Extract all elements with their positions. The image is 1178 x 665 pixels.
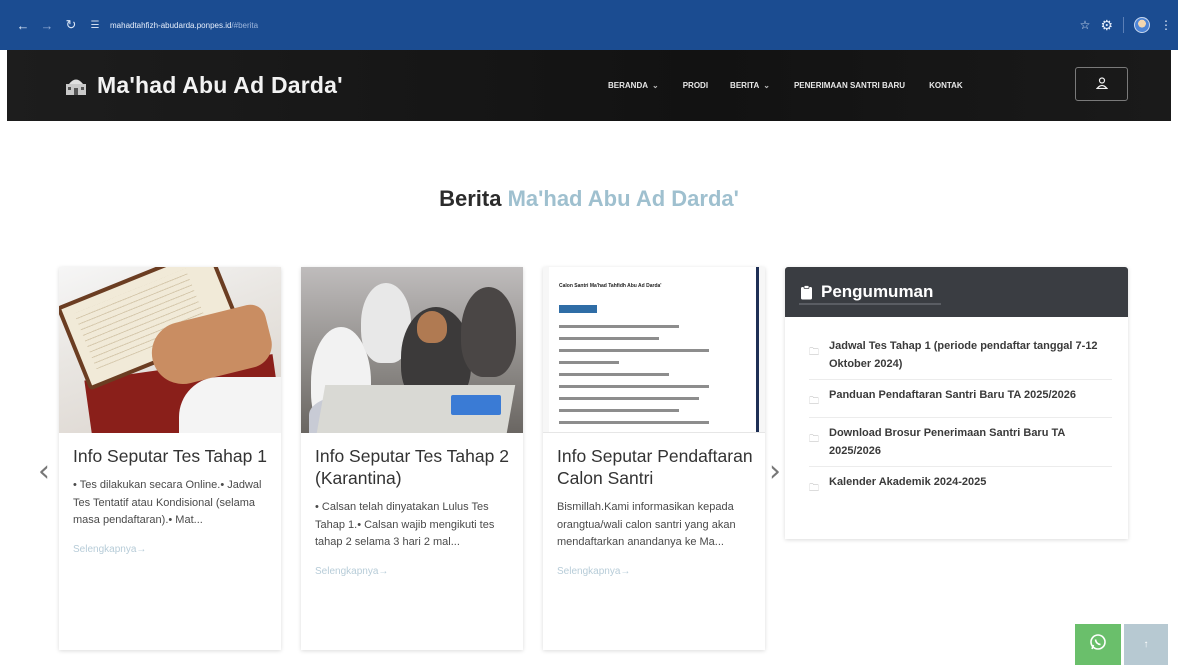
nav-label: PRODI bbox=[682, 81, 709, 90]
arrow-up-icon: ↑ bbox=[1143, 639, 1149, 650]
announcement-item[interactable]: 🗀 Jadwal Tes Tahap 1 (periode pendaftar … bbox=[809, 331, 1112, 380]
folder-icon: 🗀 bbox=[809, 347, 819, 358]
url-path: /#berita bbox=[231, 20, 259, 30]
whatsapp-icon bbox=[1089, 633, 1107, 656]
site-settings-icon[interactable]: ☰ bbox=[88, 18, 102, 32]
announcement-item[interactable]: 🗀 Kalender Akademik 2024-2025 bbox=[809, 467, 1112, 504]
read-more-link[interactable]: Selengkapnya→ bbox=[557, 566, 753, 577]
announcements-panel: Pengumuman 🗀 Jadwal Tes Tahap 1 (periode… bbox=[785, 267, 1128, 539]
folder-icon: 🗀 bbox=[809, 434, 819, 445]
news-card[interactable]: Info Seputar Tes Tahap 1 • Tes dilakukan… bbox=[59, 267, 281, 650]
section-title: Berita Ma'had Abu Ad Darda' bbox=[0, 186, 1178, 212]
announcement-link[interactable]: Jadwal Tes Tahap 1 (periode pendaftar ta… bbox=[829, 337, 1112, 373]
nav-label: KONTAK bbox=[929, 81, 963, 90]
news-card-image[interactable]: Calon Santri Ma'had Tahfidh Abu Ad Darda… bbox=[543, 267, 765, 433]
user-icon bbox=[1095, 76, 1108, 92]
nav-label: BERITA bbox=[730, 81, 760, 90]
nav-item-penerimaan-santri-baru[interactable]: PENERIMAAN SANTRI BARU bbox=[794, 81, 905, 90]
announcement-link[interactable]: Kalender Akademik 2024-2025 bbox=[829, 473, 986, 491]
news-card-excerpt: Bismillah.Kami informasikan kepada orang… bbox=[557, 501, 736, 548]
chevron-down-icon: ⌄ bbox=[763, 81, 770, 90]
folder-icon: 🗀 bbox=[809, 483, 819, 494]
news-card-excerpt: • Calsan telah dinyatakan Lulus Tes Taha… bbox=[315, 501, 495, 548]
announcements-list: 🗀 Jadwal Tes Tahap 1 (periode pendaftar … bbox=[785, 317, 1128, 504]
announcement-item[interactable]: 🗀 Panduan Pendaftaran Santri Baru TA 202… bbox=[809, 380, 1112, 418]
browser-nav-controls: ← → ↻ bbox=[12, 14, 82, 36]
news-card-image[interactable] bbox=[59, 267, 281, 433]
nav-item-kontak[interactable]: KONTAK bbox=[929, 81, 963, 90]
login-button[interactable] bbox=[1075, 67, 1128, 101]
brand[interactable]: Ma'had Abu Ad Darda' bbox=[65, 72, 343, 99]
announcements-header: Pengumuman bbox=[785, 267, 1128, 317]
profile-avatar[interactable] bbox=[1134, 17, 1150, 33]
bookmark-star-icon[interactable]: ☆ bbox=[1080, 18, 1091, 32]
back-to-top-button[interactable]: ↑ bbox=[1124, 624, 1168, 665]
news-card-image[interactable] bbox=[301, 267, 523, 433]
read-more-link[interactable]: Selengkapnya→ bbox=[73, 544, 269, 555]
extensions-icon[interactable]: ⚙ bbox=[1100, 17, 1113, 34]
nav-label: PENERIMAAN SANTRI BARU bbox=[793, 81, 906, 90]
browser-actions: ☆ ⚙ ⋮ bbox=[1080, 0, 1178, 50]
main-nav: BERANDA ⌄ PRODI BERITA ⌄ PENERIMAAN SANTRI… bbox=[608, 50, 963, 121]
address-bar[interactable]: ☰ mahadtahfizh-abudarda.ponpes.id/#berit… bbox=[88, 18, 259, 32]
forward-icon[interactable]: → bbox=[36, 14, 58, 36]
reload-icon[interactable]: ↻ bbox=[60, 14, 82, 36]
toolbar-divider bbox=[1123, 17, 1124, 33]
news-card-title[interactable]: Info Seputar Tes Tahap 1 bbox=[73, 445, 269, 467]
section-title-dark: Berita bbox=[439, 186, 502, 211]
clipboard-icon bbox=[799, 284, 813, 300]
announcements-title: Pengumuman bbox=[821, 282, 934, 301]
browser-toolbar: ← → ↻ ☰ mahadtahfizh-abudarda.ponpes.id /… bbox=[0, 0, 1178, 50]
section-title-accent: Ma'had Abu Ad Darda' bbox=[507, 186, 739, 211]
nav-label: BERANDA bbox=[608, 81, 648, 90]
folder-icon: 🗀 bbox=[809, 396, 819, 407]
chevron-down-icon: ⌄ bbox=[652, 81, 659, 90]
news-card-title[interactable]: Info Seputar Tes Tahap 2 (Karantina) bbox=[315, 445, 511, 489]
brand-title: Ma'had Abu Ad Darda' bbox=[97, 72, 343, 98]
url-host: mahadtahfizh-abudarda.ponpes.id bbox=[110, 20, 232, 30]
site-header: Ma'had Abu Ad Darda' BERANDA ⌄ PRODI BERI… bbox=[7, 50, 1171, 121]
carousel-next-arrow-icon[interactable]: › bbox=[765, 454, 785, 489]
nav-item-prodi[interactable]: PRODI bbox=[683, 81, 708, 90]
menu-icon[interactable]: ⋮ bbox=[1160, 18, 1172, 32]
nav-item-berita[interactable]: BERITA ⌄ bbox=[730, 81, 770, 90]
carousel-prev-arrow-icon[interactable]: ‹ bbox=[34, 454, 54, 489]
news-card[interactable]: Info Seputar Tes Tahap 2 (Karantina) • C… bbox=[301, 267, 523, 650]
news-card-title[interactable]: Info Seputar Pendaftaran Calon Santri bbox=[557, 445, 753, 489]
announcement-link[interactable]: Download Brosur Penerimaan Santri Baru T… bbox=[829, 424, 1112, 460]
whatsapp-button[interactable] bbox=[1075, 624, 1121, 665]
nav-item-beranda[interactable]: BERANDA ⌄ bbox=[608, 81, 659, 90]
news-card[interactable]: Calon Santri Ma'had Tahfidh Abu Ad Darda… bbox=[543, 267, 765, 650]
read-more-link[interactable]: Selengkapnya→ bbox=[315, 566, 511, 577]
announcement-item[interactable]: 🗀 Download Brosur Penerimaan Santri Baru… bbox=[809, 418, 1112, 467]
doc-heading: Calon Santri Ma'had Tahfidh Abu Ad Darda… bbox=[559, 283, 662, 289]
mosque-logo-icon bbox=[65, 75, 87, 97]
back-icon[interactable]: ← bbox=[12, 14, 34, 36]
announcement-link[interactable]: Panduan Pendaftaran Santri Baru TA 2025/… bbox=[829, 386, 1076, 404]
news-card-excerpt: • Tes dilakukan secara Online.• Jadwal T… bbox=[73, 479, 262, 526]
